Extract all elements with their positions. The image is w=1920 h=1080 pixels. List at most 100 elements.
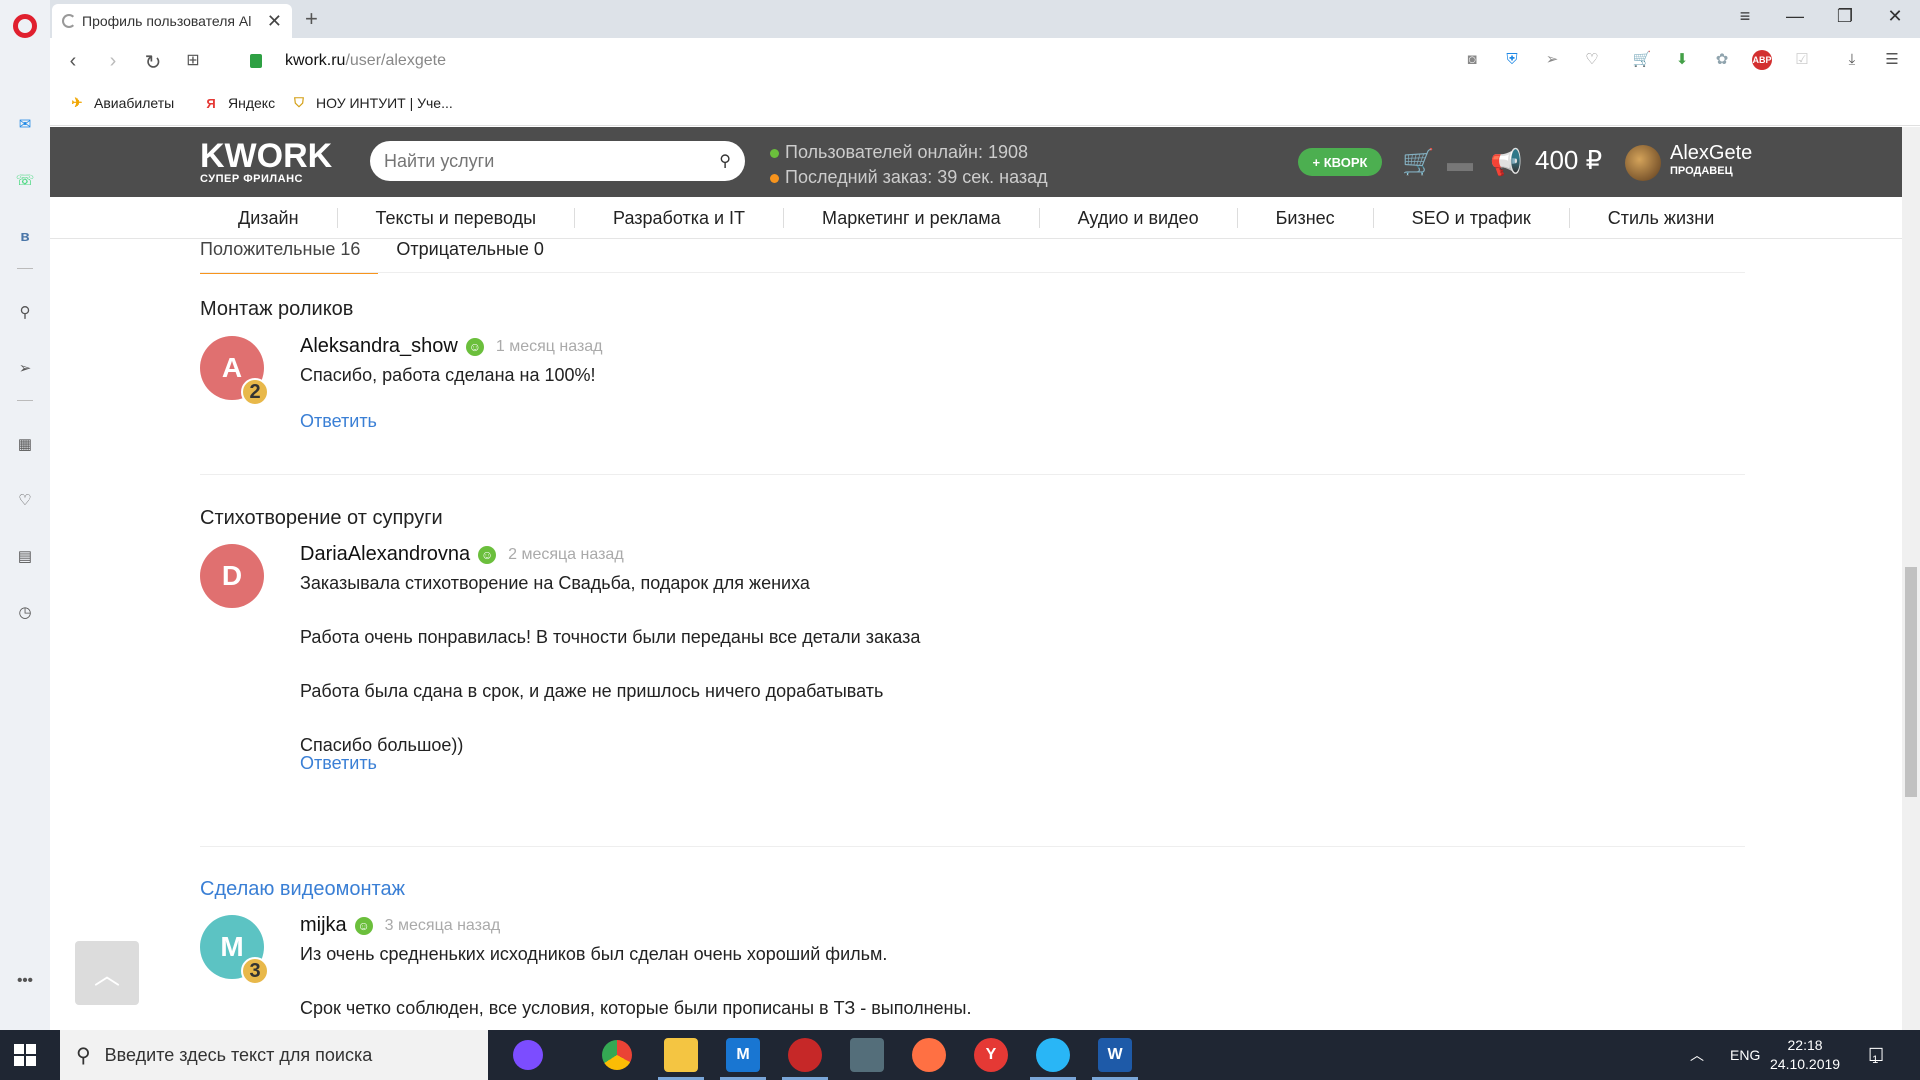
chevron-up-icon: ︿	[93, 959, 120, 990]
language-indicator[interactable]: ENG	[1730, 1030, 1760, 1080]
taskbar-search-placeholder: Введите здесь текст для поиска	[104, 1044, 373, 1065]
downloads-icon[interactable]: ⤓	[1842, 50, 1862, 70]
review-title[interactable]: Сделаю видеомонтаж	[200, 878, 1745, 901]
bookmark-yandex[interactable]: Я Яндекс	[202, 94, 275, 112]
add-kwork-button[interactable]: + КВОРК	[1298, 148, 1382, 176]
category-business[interactable]: Бизнес	[1238, 207, 1374, 228]
category-dev[interactable]: Разработка и IT	[575, 207, 785, 228]
avatar[interactable]: D	[200, 544, 264, 608]
search-input[interactable]	[384, 150, 720, 172]
word-icon[interactable]: W	[1092, 1038, 1138, 1080]
bookmark-label: НОУ ИНТУИТ | Уче...	[316, 95, 453, 111]
bookmark-intuit[interactable]: ⛉ НОУ ИНТУИТ | Уче...	[290, 94, 453, 112]
more-icon[interactable]: •••	[13, 968, 37, 992]
cart-icon[interactable]: 🛒	[1402, 147, 1434, 178]
scroll-to-top-button[interactable]: ︿	[75, 941, 139, 1005]
tab-positive[interactable]: Положительные 16	[200, 239, 379, 274]
minimize-icon[interactable]: —	[1775, 6, 1815, 27]
tray-expand-icon[interactable]: ︿	[1690, 1030, 1704, 1080]
close-icon[interactable]: ✕	[267, 11, 282, 32]
category-lifestyle[interactable]: Стиль жизни	[1570, 208, 1753, 228]
news-icon[interactable]: ▤	[13, 544, 37, 568]
tab-menu-icon[interactable]: ≡	[1725, 6, 1765, 27]
level-badge: 2	[241, 378, 269, 406]
category-texts[interactable]: Тексты и переводы	[338, 207, 576, 228]
movavi-icon[interactable]: M	[720, 1038, 766, 1080]
review-line: Работа была сдана в срок, и даже не приш…	[300, 681, 884, 701]
site-search[interactable]: ⚲	[370, 141, 745, 181]
tabs-grid-icon[interactable]: ⊞	[180, 50, 206, 70]
opera-logo-icon[interactable]	[13, 14, 37, 38]
messages-icon[interactable]: ▬	[1447, 147, 1473, 178]
browser-tab[interactable]: Профиль пользователя Al ✕	[52, 4, 292, 38]
file-explorer-icon[interactable]	[658, 1038, 704, 1080]
forward-icon[interactable]: ›	[100, 50, 126, 73]
close-window-icon[interactable]: ✕	[1875, 6, 1915, 27]
divider	[200, 272, 1745, 273]
windows-start-icon[interactable]	[14, 1044, 36, 1066]
category-audio-video[interactable]: Аудио и видео	[1040, 207, 1238, 228]
user-avatar[interactable]	[1625, 145, 1661, 181]
review-line: Работа очень понравилась! В точности был…	[300, 627, 921, 647]
reply-link[interactable]: Ответить	[300, 411, 377, 432]
category-design[interactable]: Дизайн	[200, 207, 338, 228]
taskbar-search[interactable]: ⚲ Введите здесь текст для поиска	[60, 1030, 488, 1080]
reply-link[interactable]: Ответить	[300, 753, 377, 774]
kwork-logo[interactable]: KWORK СУПЕР ФРИЛАНС	[200, 139, 332, 185]
alice-icon[interactable]	[513, 1040, 543, 1070]
notifications-icon[interactable]: ☐ 1	[1868, 1030, 1884, 1080]
reload-icon[interactable]: ↻	[140, 50, 166, 75]
review-line: Срок четко соблюден, все условия, которы…	[300, 998, 972, 1018]
restore-icon[interactable]: ❐	[1825, 6, 1865, 27]
yandex-browser-icon[interactable]: Y	[974, 1038, 1008, 1072]
history-icon[interactable]: ◷	[13, 600, 37, 624]
page-scrollbar[interactable]	[1902, 127, 1920, 1030]
notifications-icon[interactable]: 📢	[1490, 147, 1522, 178]
messenger-icon[interactable]: ✉	[13, 112, 37, 136]
download-arrow-icon[interactable]: ⬇	[1672, 50, 1692, 70]
shield-icon[interactable]: ⛨	[1502, 50, 1522, 70]
heart-icon[interactable]: ♡	[13, 488, 37, 512]
bookmark-label: Авиабилеты	[94, 95, 175, 111]
speed-dial-icon[interactable]: ▦	[13, 432, 37, 456]
clock[interactable]: 22:18 24.10.2019	[1770, 1036, 1840, 1074]
send-icon[interactable]: ➢	[13, 356, 37, 380]
adblock-icon[interactable]: ABP	[1752, 50, 1772, 70]
review-line: Спасибо большое))	[300, 735, 464, 755]
send-icon[interactable]: ➢	[1542, 50, 1562, 70]
camera-icon[interactable]: ◙	[1462, 50, 1482, 70]
search-icon[interactable]: ⚲	[719, 151, 731, 171]
back-icon[interactable]: ‹	[60, 50, 86, 73]
heart-icon[interactable]: ♡	[1582, 50, 1602, 70]
sidebar-divider	[17, 400, 33, 401]
clock-date: 24.10.2019	[1770, 1056, 1841, 1072]
new-tab-icon[interactable]: +	[305, 6, 318, 32]
user-menu[interactable]: AlexGete ПРОДАВЕЦ	[1670, 142, 1752, 177]
address-field[interactable]: kwork.ru/user/alexgete	[285, 52, 446, 70]
chrome-icon[interactable]	[602, 1040, 632, 1070]
tab-negative[interactable]: Отрицательные 0	[396, 239, 561, 274]
firefox-icon[interactable]	[912, 1038, 946, 1072]
category-marketing[interactable]: Маркетинг и реклама	[784, 207, 1040, 228]
lock-icon[interactable]	[250, 54, 262, 68]
search-icon[interactable]: ⚲	[13, 300, 37, 324]
review-title[interactable]: Стихотворение от супруги	[200, 507, 1745, 530]
checkbox-ext-icon[interactable]: ☑	[1792, 50, 1812, 70]
vk-icon[interactable]: в	[13, 224, 37, 248]
yandex-icon: Я	[206, 95, 216, 111]
scrollbar-thumb[interactable]	[1905, 567, 1917, 797]
review-line: Из очень средненьких исходников был сдел…	[300, 944, 888, 964]
category-seo[interactable]: SEO и трафик	[1374, 207, 1570, 228]
whatsapp-icon[interactable]: ☏	[13, 168, 37, 192]
logo-text: KWORK	[200, 137, 333, 175]
app-icon[interactable]	[850, 1038, 884, 1072]
bookmarks-bar: ✈ Авиабилеты Я Яндекс ⛉ НОУ ИНТУИТ | Уче...	[50, 88, 1920, 126]
balance[interactable]: 400 ₽	[1535, 145, 1602, 176]
opera-taskbar-icon[interactable]	[782, 1038, 828, 1080]
app-icon[interactable]	[1030, 1038, 1076, 1080]
bookmark-aviabilety[interactable]: ✈ Авиабилеты	[68, 94, 175, 112]
easy-setup-icon[interactable]: ☰	[1882, 50, 1902, 70]
extension-icon[interactable]: ✿	[1712, 50, 1732, 70]
cart-icon[interactable]: 🛒	[1632, 50, 1652, 70]
review-title[interactable]: Монтаж роликов	[200, 298, 1745, 321]
